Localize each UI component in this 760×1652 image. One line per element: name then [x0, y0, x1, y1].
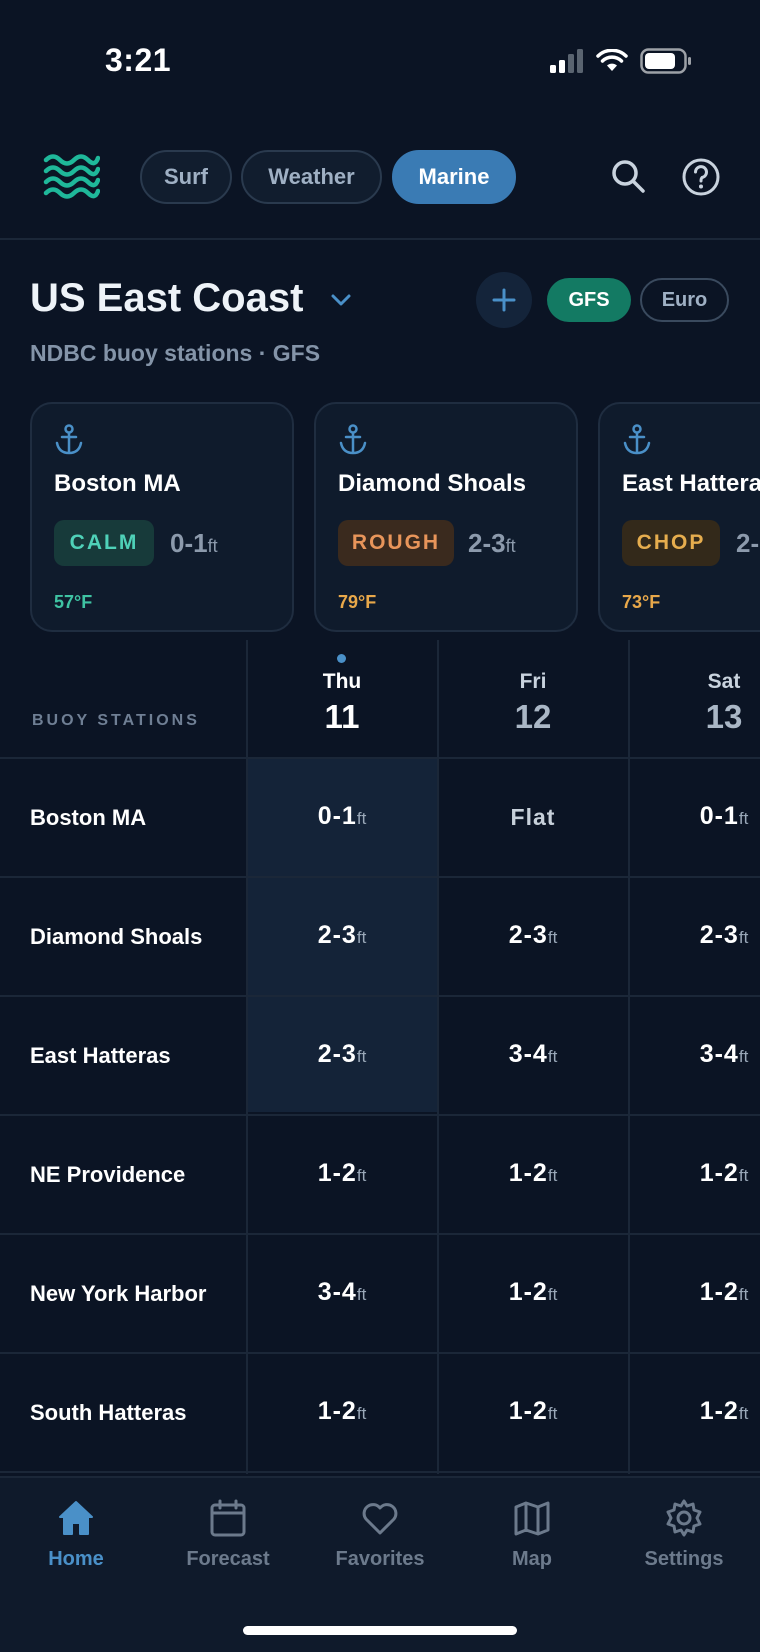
row-divider — [0, 1471, 760, 1473]
calendar-icon — [210, 1499, 246, 1537]
add-button[interactable] — [476, 272, 532, 328]
wave-height: 2- — [736, 528, 760, 558]
condition-badge: ROUGH — [338, 520, 454, 566]
forecast-cell[interactable]: Flat — [438, 804, 628, 831]
top-nav: Surf Weather Marine — [0, 140, 760, 216]
battery-icon — [640, 48, 691, 74]
forecast-cell[interactable]: 1-2ft — [629, 1278, 760, 1307]
forecast-cell[interactable]: 2-3ft — [438, 921, 628, 950]
tab-map[interactable]: Map — [457, 1498, 607, 1571]
tab-label: Settings — [644, 1548, 724, 1570]
heart-icon — [362, 1503, 398, 1535]
tab-marine[interactable]: Marine — [392, 150, 516, 204]
home-indicator — [243, 1626, 517, 1635]
tab-label: Favorites — [335, 1548, 425, 1570]
forecast-cell[interactable]: 0-1ft — [629, 802, 760, 831]
status-time: 3:21 — [105, 42, 172, 78]
station-name[interactable]: South Hatteras — [30, 1400, 186, 1426]
station-card-name: Diamond Shoals — [338, 470, 527, 497]
tab-home[interactable]: Home — [1, 1498, 151, 1571]
day-header-sat[interactable]: Sat 13 — [629, 670, 760, 736]
forecast-cell[interactable]: 1-2ft — [438, 1397, 628, 1426]
tab-forecast[interactable]: Forecast — [153, 1498, 303, 1571]
tab-favorites[interactable]: Favorites — [305, 1498, 455, 1571]
row-divider — [0, 757, 760, 759]
day-header-thu[interactable]: Thu 11 — [247, 670, 437, 736]
plus-icon — [492, 288, 516, 312]
today-indicator — [337, 654, 346, 663]
buoy-stations-header: BUOY STATIONS — [32, 712, 200, 729]
water-temp: 57°F — [54, 592, 93, 612]
station-name[interactable]: NE Providence — [30, 1162, 185, 1188]
forecast-cell[interactable]: 1-2ft — [438, 1278, 628, 1307]
chevron-down-icon[interactable] — [328, 290, 354, 310]
status-icons — [550, 48, 692, 74]
forecast-cell[interactable]: 1-2ft — [438, 1159, 628, 1188]
station-name[interactable]: Diamond Shoals — [30, 924, 202, 950]
gear-icon — [666, 1499, 702, 1537]
row-divider — [0, 1233, 760, 1235]
forecast-cell[interactable]: 2-3ft — [247, 1040, 437, 1069]
anchor-icon — [55, 424, 83, 455]
anchor-icon — [623, 424, 651, 455]
wave-height: 2-3ft — [468, 528, 516, 558]
forecast-cell[interactable]: 3-4ft — [247, 1278, 437, 1307]
tab-surf[interactable]: Surf — [140, 150, 232, 204]
row-divider — [0, 1114, 760, 1116]
day-date: 12 — [514, 698, 552, 735]
condition-badge: CALM — [54, 520, 154, 566]
station-card-name: East Hatteras — [622, 470, 760, 497]
region-title[interactable]: US East Coast — [30, 276, 303, 321]
anchor-icon — [339, 424, 367, 455]
tab-label: Home — [48, 1548, 104, 1570]
wifi-icon — [596, 49, 628, 71]
tab-settings[interactable]: Settings — [609, 1498, 759, 1571]
water-temp: 73°F — [622, 592, 661, 612]
status-bar: 3:21 — [0, 0, 760, 125]
cellular-signal-icon — [550, 49, 583, 73]
model-toggle-euro[interactable]: Euro — [640, 278, 729, 322]
day-name: Sat — [707, 670, 741, 693]
row-divider — [0, 876, 760, 878]
row-divider — [0, 1352, 760, 1354]
station-name[interactable]: Boston MA — [30, 805, 146, 831]
day-date: 11 — [324, 698, 360, 735]
station-cards[interactable]: Boston MA CALM 0-1ft 57°F Diamond Shoals… — [30, 402, 760, 634]
tab-weather[interactable]: Weather — [241, 150, 382, 204]
station-card-name: Boston MA — [54, 470, 181, 497]
waves-logo-icon — [43, 154, 100, 199]
tab-label: Forecast — [186, 1548, 270, 1570]
search-icon[interactable] — [608, 156, 650, 198]
day-date: 13 — [705, 698, 743, 735]
day-name: Fri — [519, 670, 547, 693]
forecast-cell[interactable]: 1-2ft — [247, 1397, 437, 1426]
water-temp: 79°F — [338, 592, 377, 612]
forecast-cell[interactable]: 2-3ft — [629, 921, 760, 950]
forecast-cell[interactable]: 1-2ft — [629, 1397, 760, 1426]
region-subtitle: NDBC buoy stations · GFS — [30, 340, 321, 366]
home-icon — [59, 1501, 93, 1535]
day-name: Thu — [322, 670, 362, 693]
model-toggle-gfs[interactable]: GFS — [547, 278, 631, 322]
tab-label: Map — [512, 1548, 552, 1570]
day-header-fri[interactable]: Fri 12 — [438, 670, 628, 736]
forecast-cell[interactable]: 0-1ft — [247, 802, 437, 831]
station-card[interactable]: East Hatteras CHOP 2- 73°F — [598, 402, 760, 632]
help-icon[interactable] — [680, 156, 722, 198]
forecast-cell[interactable]: 1-2ft — [247, 1159, 437, 1188]
station-name[interactable]: East Hatteras — [30, 1043, 171, 1069]
forecast-cell[interactable]: 3-4ft — [438, 1040, 628, 1069]
station-card[interactable]: Diamond Shoals ROUGH 2-3ft 79°F — [314, 402, 578, 632]
wave-height: 0-1ft — [170, 528, 218, 558]
map-icon — [514, 1501, 550, 1536]
forecast-cell[interactable]: 2-3ft — [247, 921, 437, 950]
station-name[interactable]: New York Harbor — [30, 1281, 206, 1307]
forecast-cell[interactable]: 3-4ft — [629, 1040, 760, 1069]
station-card[interactable]: Boston MA CALM 0-1ft 57°F — [30, 402, 294, 632]
condition-badge: CHOP — [622, 520, 720, 566]
header-divider — [0, 238, 760, 240]
buoy-table: BUOY STATIONS Thu 11 Fri 12 Sat 13 Bosto… — [0, 640, 760, 1474]
forecast-cell[interactable]: 1-2ft — [629, 1159, 760, 1188]
row-divider — [0, 995, 760, 997]
